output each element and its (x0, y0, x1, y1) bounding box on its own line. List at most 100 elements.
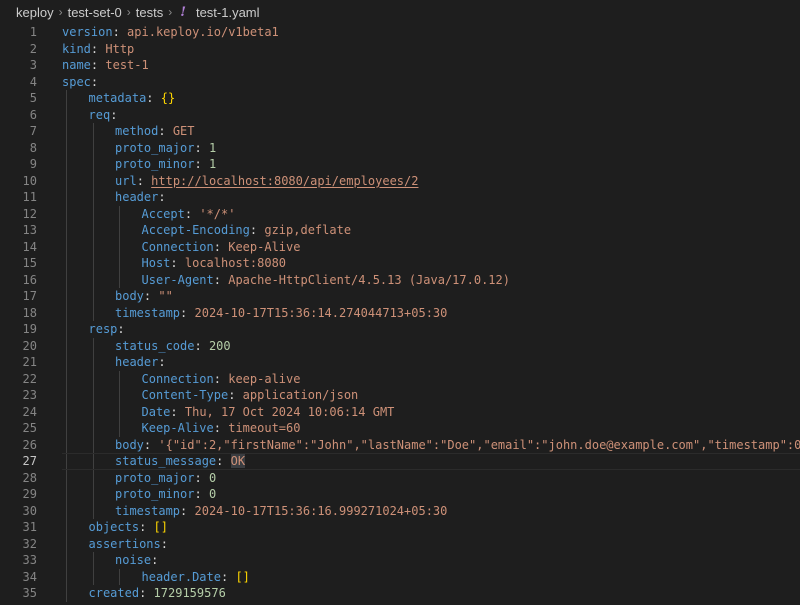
yaml-value: '*/*' (199, 206, 236, 221)
breadcrumb-item-keploy[interactable]: keploy (16, 5, 54, 20)
code-line[interactable]: 12 Accept: '*/*' (0, 205, 800, 223)
breadcrumb-item-tests[interactable]: tests (136, 5, 163, 20)
code-line[interactable]: 14 Connection: Keep-Alive (0, 238, 800, 256)
yaml-value: GET (172, 124, 195, 138)
yaml-key: proto_minor (115, 157, 195, 171)
code-line[interactable]: 29 proto_minor: 0 (0, 486, 800, 503)
code-line[interactable]: 15 Host: localhost:8080 (0, 255, 800, 272)
code-line[interactable]: 32 assertions: (0, 535, 800, 552)
yaml-key: objects (88, 520, 140, 534)
code-line[interactable]: 17 body: "" (0, 288, 800, 305)
code-content: version: api.keploy.io/v1beta1 (62, 24, 279, 41)
code-content: Connection: Keep-Alive (142, 239, 301, 256)
line-number: 6 (29, 107, 37, 122)
yaml-value: OK (230, 454, 246, 468)
line-number: 13 (22, 223, 37, 237)
yaml-colon: : (213, 371, 221, 386)
code-line[interactable]: 4 spec: (0, 74, 800, 91)
indent-guide (119, 255, 120, 272)
code-line[interactable]: 9 proto_minor: 1 (0, 156, 800, 173)
breadcrumb-item-file[interactable]: test-1.yaml (196, 5, 260, 20)
code-line[interactable]: 22 Connection: keep-alive (0, 370, 800, 387)
code-line[interactable]: 2 kind: Http (0, 41, 800, 58)
yaml-key: name (62, 58, 91, 72)
indent-guide (66, 519, 67, 536)
yaml-colon: : (220, 569, 229, 584)
line-number: 34 (22, 569, 37, 584)
code-line[interactable]: 19 resp: (0, 321, 800, 338)
code-content: body: '{"id":2,"firstName":"John","lastN… (115, 437, 800, 454)
code-editor[interactable]: 1 version: api.keploy.io/v1beta1 2 kind: Ht… (0, 24, 800, 605)
yaml-value: 0 (208, 470, 217, 485)
code-line[interactable]: 7 method: GET (0, 123, 800, 140)
yaml-colon: : (228, 388, 236, 402)
code-content: User-Agent: Apache-HttpClient/4.5.13 (Ja… (142, 272, 510, 289)
indent-guide (66, 205, 67, 222)
code-line[interactable]: 28 proto_major: 0 (0, 469, 800, 486)
code-line[interactable]: 33 noise: (0, 552, 800, 569)
code-line[interactable]: 20 status_code: 200 (0, 337, 800, 354)
code-line[interactable]: 11 header: (0, 189, 800, 206)
code-content: proto_major: 1 (115, 140, 216, 157)
code-line[interactable]: 13 Accept-Encoding: gzip,deflate (0, 222, 800, 239)
yaml-colon: : (139, 586, 147, 600)
indent-guide (66, 354, 67, 371)
code-line[interactable]: 10 url: http://localhost:8080/api/employe… (0, 172, 800, 190)
code-line[interactable]: 35 created: 1729159576 (0, 585, 800, 602)
code-content: url: http://localhost:8080/api/employees… (115, 173, 418, 190)
yaml-key: Date (141, 404, 171, 419)
code-line[interactable]: 27 status_message: OK (0, 453, 800, 470)
code-line[interactable]: 16 User-Agent: Apache-HttpClient/4.5.13 (… (0, 271, 800, 289)
yaml-value: localhost:8080 (184, 256, 287, 270)
yaml-key: resp (88, 322, 118, 336)
indent-guide (66, 370, 67, 387)
yaml-key: Host (141, 256, 171, 270)
breadcrumb: keploy › test-set-0 › tests › ! test-1.y… (0, 0, 800, 24)
code-line[interactable]: 1 version: api.keploy.io/v1beta1 (0, 24, 800, 41)
yaml-key: proto_minor (115, 487, 195, 501)
indent-guide (92, 486, 94, 503)
code-line[interactable]: 24 Date: Thu, 17 Oct 2024 10:06:14 GMT (0, 403, 800, 421)
yaml-value: 1 (208, 140, 217, 155)
yaml-value: [] (153, 520, 168, 534)
code-line[interactable]: 25 Keep-Alive: timeout=60 (0, 420, 800, 437)
code-line[interactable]: 8 proto_major: 1 (0, 139, 800, 157)
yaml-value: 0 (208, 487, 217, 501)
line-number: 2 (29, 41, 37, 56)
yaml-colon: : (194, 157, 202, 171)
line-number: 5 (29, 91, 37, 105)
indent-guide (92, 568, 94, 585)
yaml-key: spec (62, 74, 91, 89)
indent-guide (66, 189, 67, 206)
line-number: 23 (22, 388, 37, 402)
code-line[interactable]: 6 req: (0, 106, 800, 124)
code-line[interactable]: 31 objects: [] (0, 519, 800, 536)
code-content: timestamp: 2024-10-17T15:36:16.999271024… (115, 503, 447, 520)
yaml-key: proto_major (115, 470, 195, 485)
code-content: req: (89, 107, 118, 124)
yaml-colon: : (216, 454, 224, 468)
code-line[interactable]: 34 header.Date: [] (0, 568, 800, 585)
url-link[interactable]: http://localhost:8080/api/employees/2 (151, 174, 418, 188)
code-line[interactable]: 23 Content-Type: application/json (0, 387, 800, 404)
code-line[interactable]: 21 header: (0, 354, 800, 371)
code-line[interactable]: 5 metadata: {} (0, 90, 800, 107)
code-line[interactable]: 26 body: '{"id":2,"firstName":"John","las… (0, 436, 800, 454)
code-line[interactable]: 3 name: test-1 (0, 57, 800, 74)
code-content: resp: (89, 321, 125, 338)
yaml-colon: : (112, 25, 120, 39)
code-content: Accept: '*/*' (142, 206, 236, 223)
line-number: 22 (22, 371, 37, 386)
code-line[interactable]: 30 timestamp: 2024-10-17T15:36:16.9992710… (0, 502, 800, 520)
indent-guide (66, 469, 67, 486)
breadcrumb-item-test-set[interactable]: test-set-0 (68, 5, 122, 20)
indent-guide (92, 205, 94, 222)
code-content: Date: Thu, 17 Oct 2024 10:06:14 GMT (142, 404, 395, 421)
yaml-colon: : (143, 289, 152, 303)
code-line[interactable]: 18 timestamp: 2024-10-17T15:36:14.2740447… (0, 304, 800, 321)
yaml-colon: : (170, 256, 178, 270)
indent-guide (66, 420, 67, 437)
indent-guide (119, 222, 120, 239)
yaml-value: 2024-10-17T15:36:14.274044713+05:30 (194, 305, 448, 320)
yaml-key: proto_major (115, 140, 195, 155)
